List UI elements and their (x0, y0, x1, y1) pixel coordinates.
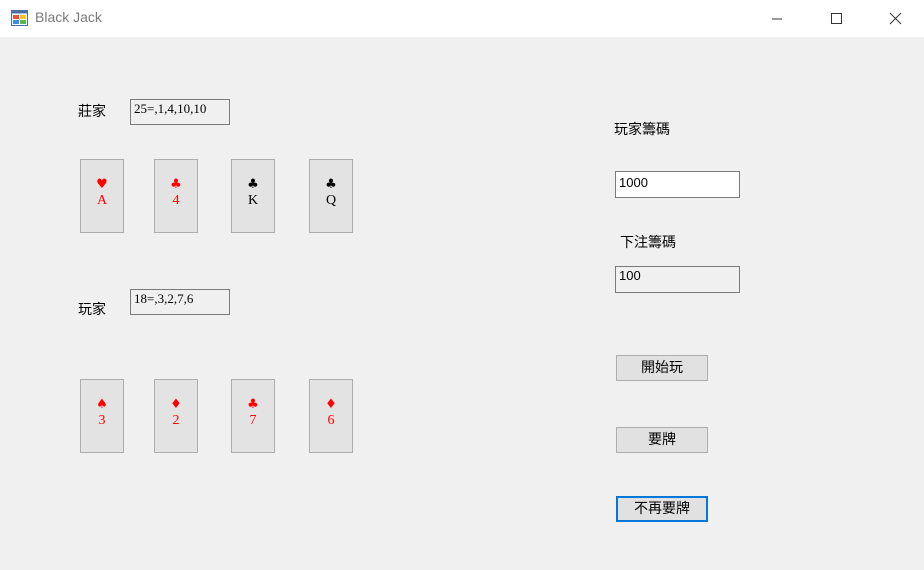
card-rank: Q (325, 193, 337, 208)
maximize-icon (831, 13, 842, 24)
bet-chips-field[interactable]: 100 (615, 266, 740, 293)
card-suit-icon: ♥ (96, 177, 108, 192)
card-rank: 3 (98, 413, 106, 428)
player-card-1: ♠ 3 (80, 379, 124, 453)
start-game-button[interactable]: 開始玩 (616, 355, 708, 381)
minimize-button[interactable] (748, 0, 806, 37)
card-rank: K (247, 193, 259, 208)
title-bar: Black Jack (0, 0, 924, 37)
dealer-label: 莊家 (78, 104, 106, 120)
minimize-icon (772, 18, 782, 20)
card-rank: 7 (249, 413, 257, 428)
app-icon (11, 10, 28, 26)
card-rank: 6 (327, 413, 335, 428)
card-suit-icon: ♦ (170, 397, 182, 412)
dealer-card-2: ♣ 4 (154, 159, 198, 233)
maximize-button[interactable] (807, 0, 865, 37)
card-suit-icon: ♣ (170, 177, 182, 192)
player-summary-field[interactable]: 18=,3,2,7,6 (130, 289, 230, 315)
close-button[interactable] (866, 0, 924, 37)
player-card-3: ♣ 7 (231, 379, 275, 453)
card-suit-icon: ♣ (247, 397, 259, 412)
dealer-summary-field[interactable]: 25=,1,4,10,10 (130, 99, 230, 125)
player-card-4: ♦ 6 (309, 379, 353, 453)
player-card-2: ♦ 2 (154, 379, 198, 453)
card-suit-icon: ♦ (325, 397, 337, 412)
player-chips-label: 玩家籌碼 (614, 122, 670, 138)
dealer-card-3: ♣ K (231, 159, 275, 233)
card-rank: A (96, 193, 108, 208)
close-icon (889, 12, 902, 25)
player-chips-field[interactable]: 1000 (615, 171, 740, 198)
card-rank: 4 (172, 193, 180, 208)
dealer-card-4: ♣ Q (309, 159, 353, 233)
card-suit-icon: ♠ (96, 397, 108, 412)
card-suit-icon: ♣ (325, 177, 337, 192)
dealer-card-1: ♥ A (80, 159, 124, 233)
player-label: 玩家 (78, 302, 106, 318)
card-rank: 2 (172, 413, 180, 428)
hit-button[interactable]: 要牌 (616, 427, 708, 453)
bet-chips-label: 下注籌碼 (620, 235, 676, 251)
card-suit-icon: ♣ (247, 177, 259, 192)
stand-button[interactable]: 不再要牌 (616, 496, 708, 522)
window-title: Black Jack (35, 9, 102, 25)
